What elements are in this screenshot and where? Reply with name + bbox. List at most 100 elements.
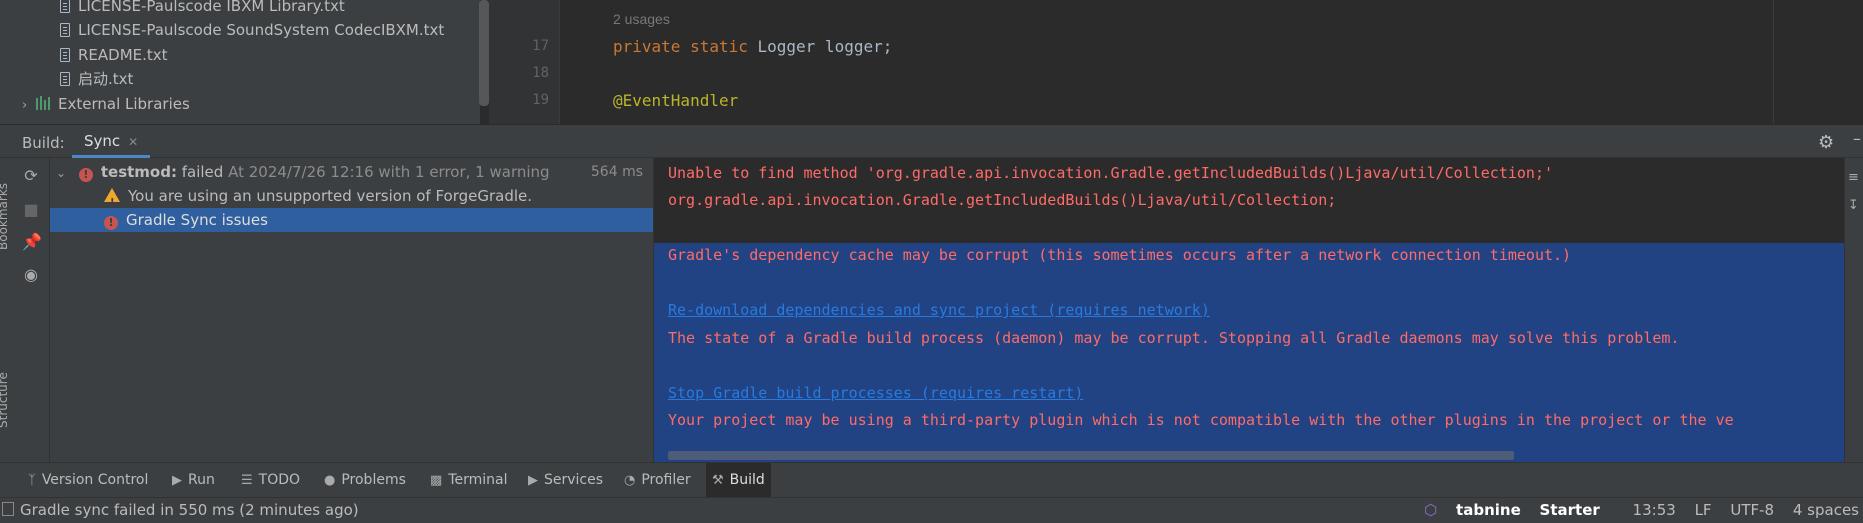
redownload-link[interactable]: Re-download dependencies and sync projec… (668, 301, 1210, 319)
line-separator[interactable]: LF (1695, 501, 1712, 519)
left-tool-strip (0, 0, 15, 124)
build-root-time: 564 ms (590, 164, 643, 180)
tabnine-icon: ⬡ (1424, 501, 1438, 519)
chevron-down-icon[interactable]: ⌄ (56, 166, 66, 180)
status-right: ⬡ tabnine Starter 13:53 LF UTF-8 4 space… (1424, 501, 1863, 519)
tool-label: Run (188, 472, 215, 488)
tool-label: Problems (341, 472, 406, 488)
console-horizontal-scrollbar[interactable] (668, 451, 1514, 460)
tree-file[interactable]: 启动.txt (60, 67, 133, 92)
tree-file[interactable]: LICENSE-Paulscode IBXM Library.txt (60, 0, 345, 19)
console-right-toolbar: ≡ ↧ (1844, 158, 1863, 462)
build-root-name: testmod: (100, 163, 177, 181)
tab-sync[interactable]: Sync ✕ (72, 125, 151, 158)
build-window-header: Build: Sync ✕ ⚙ – (0, 124, 1863, 158)
tabnine-widget[interactable]: ⬡ tabnine Starter (1424, 501, 1614, 519)
code-line: private static Logger logger; (613, 37, 892, 56)
error-icon: ! (78, 168, 93, 182)
tree-file-label: 启动.txt (78, 70, 134, 88)
hammer-icon: ⚒ (712, 473, 724, 488)
build-root-detail: At 2024/7/26 12:16 with 1 error, 1 warni… (228, 163, 550, 181)
tree-file-label: LICENSE-Paulscode SoundSystem CodecIBXM.… (78, 21, 445, 39)
stop-gradle-link[interactable]: Stop Gradle build processes (requires re… (668, 384, 1083, 402)
console-error-line: The state of a Gradle build process (dae… (668, 329, 1680, 347)
console-selection (654, 243, 1844, 462)
build-tree: ⌄ ! testmod: failed At 2024/7/26 12:16 wi… (50, 158, 654, 462)
minimize-icon[interactable]: – (1853, 129, 1861, 148)
caret-position[interactable]: 13:53 (1633, 501, 1676, 519)
close-icon[interactable]: ✕ (128, 135, 138, 149)
tool-label: Version Control (41, 472, 149, 488)
library-icon (36, 96, 52, 110)
editor-right-margin (1773, 0, 1863, 124)
services-icon: ▶ (528, 473, 538, 488)
profiler-icon: ◔ (624, 473, 636, 488)
console-error-line: org.gradle.api.invocation.Gradle.getIncl… (668, 191, 1337, 209)
tool-problems[interactable]: ● Problems (318, 463, 412, 497)
editor-code-area[interactable]: 2 usages private static Logger logger; @… (560, 0, 1773, 124)
toggle-panel-icon[interactable] (2, 502, 14, 516)
scroll-end-icon[interactable]: ↧ (1848, 198, 1859, 213)
indent-setting[interactable]: 4 spaces (1793, 501, 1859, 519)
play-icon: ▶ (172, 473, 182, 488)
tree-file-label: README.txt (78, 46, 168, 64)
tree-external-libraries-label: External Libraries (58, 95, 190, 113)
tool-version-control[interactable]: ᛉ Version Control (22, 463, 154, 497)
chevron-right-icon[interactable]: › (22, 93, 36, 118)
list-icon: ☰ (241, 473, 253, 488)
line-number: 17 (532, 38, 549, 54)
build-tree-issue[interactable]: ! Gradle Sync issues (50, 208, 653, 232)
branch-icon: ᛉ (28, 473, 36, 488)
console-error-line: Gradle's dependency cache may be corrupt… (668, 246, 1572, 264)
tabnine-logo: tabnine (1456, 501, 1521, 519)
build-window-title: Build: (22, 134, 65, 152)
gear-icon[interactable]: ⚙ (1818, 132, 1834, 153)
text-file-icon (60, 72, 70, 86)
side-tab-bookmarks[interactable]: Bookmarks (0, 183, 10, 250)
tree-file-label: LICENSE-Paulscode IBXM Library.txt (78, 0, 345, 15)
tool-build[interactable]: ⚒ Build (706, 463, 771, 497)
tree-file[interactable]: LICENSE-Paulscode SoundSystem CodecIBXM.… (60, 18, 444, 43)
sync-icon[interactable]: ⟳ (22, 167, 40, 185)
tabnine-plan: Starter (1539, 501, 1600, 519)
build-root-status: failed (181, 163, 224, 181)
text-file-icon (60, 0, 70, 13)
tree-file[interactable]: README.txt (60, 43, 168, 68)
usages-hint[interactable]: 2 usages (613, 11, 670, 27)
pin-icon[interactable]: 📌 (22, 233, 42, 251)
info-icon: ● (324, 473, 336, 488)
tool-services[interactable]: ▶ Services (522, 463, 609, 497)
wrap-icon[interactable]: ≡ (1848, 170, 1859, 185)
tool-run[interactable]: ▶ Run (166, 463, 221, 497)
tool-label: Services (544, 472, 604, 488)
tool-todo[interactable]: ☰ TODO (235, 463, 306, 497)
warning-icon: ! (104, 188, 120, 208)
tree-external-libraries[interactable]: › External Libraries (22, 92, 190, 117)
editor-gutter: 17 18 19 (489, 0, 560, 124)
tool-terminal[interactable]: ▩ Terminal (424, 463, 513, 497)
terminal-icon: ▩ (430, 473, 443, 488)
tool-label: Build (729, 472, 765, 488)
text-file-icon (60, 48, 70, 62)
code-text: Logger logger; (757, 37, 893, 56)
line-number: 19 (532, 92, 549, 108)
tool-label: Profiler (641, 472, 691, 488)
console-error-line: Your project may be using a third-party … (668, 411, 1734, 429)
build-tree-root[interactable]: ⌄ ! testmod: failed At 2024/7/26 12:16 wi… (50, 160, 653, 184)
side-tab-structure[interactable]: Structure (0, 372, 10, 428)
tree-scrollbar[interactable] (479, 0, 489, 106)
build-warning-text: You are using an unsupported version of … (128, 187, 533, 205)
stop-icon[interactable]: ■ (22, 201, 40, 219)
eye-icon[interactable]: ◉ (22, 266, 40, 284)
file-encoding[interactable]: UTF-8 (1730, 501, 1774, 519)
build-tree-warning[interactable]: ! You are using an unsupported version of… (50, 184, 653, 208)
tool-window-bar: ᛉ Version Control ▶ Run ☰ TODO ● Problems ▩ T… (0, 462, 1863, 497)
status-message[interactable]: Gradle sync failed in 550 ms (2 minutes … (20, 501, 359, 519)
build-issue-text: Gradle Sync issues (126, 211, 268, 229)
code-keyword: private static (613, 37, 758, 56)
tool-label: Terminal (448, 472, 508, 488)
status-bar: Gradle sync failed in 550 ms (2 minutes … (0, 497, 1863, 523)
error-icon: ! (104, 216, 118, 230)
tool-profiler[interactable]: ◔ Profiler (618, 463, 697, 497)
line-number: 18 (532, 65, 549, 81)
